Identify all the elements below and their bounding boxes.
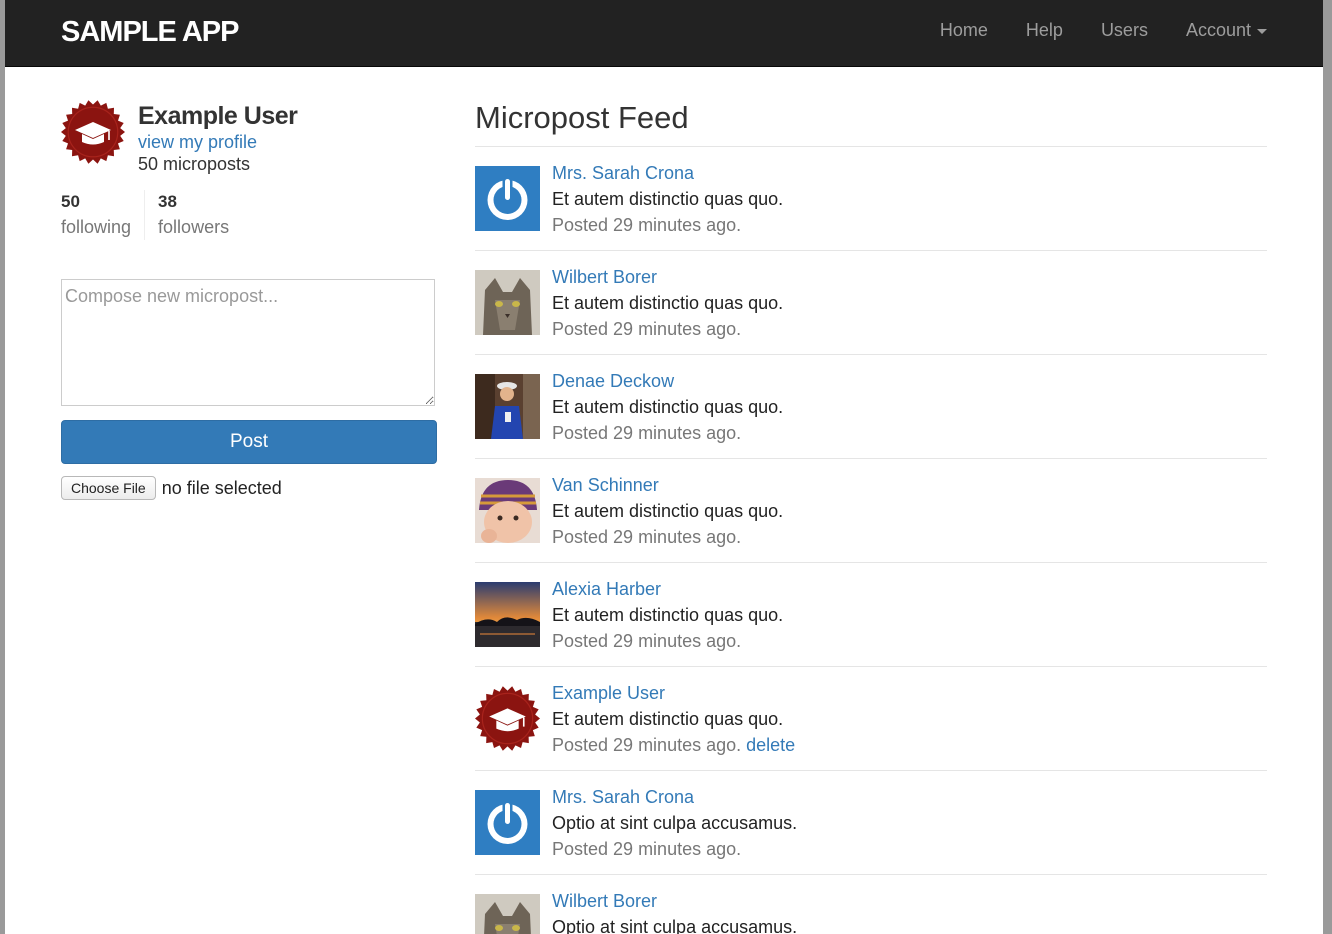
feed-item-user-link[interactable]: Mrs. Sarah Crona [552,787,694,808]
nav-links: Home Help Users Account [902,20,1267,41]
following-count: 50 [61,192,80,211]
feed-item-content: Et autem distinctio quas quo. [552,189,784,209]
micropost-feed: Mrs. Sarah Crona Et autem distinctio qua… [475,147,1267,934]
feed-item: Wilbert Borer Et autem distinctio quas q… [475,251,1267,355]
feed-item-timestamp: Posted 29 minutes ago. [552,839,741,860]
followers-stat-link[interactable]: 38 followers [144,190,242,240]
feed-item-time: Posted 29 minutes ago. [552,735,742,755]
following-label: following [61,217,132,237]
feed-item-content: Et autem distinctio quas quo. [552,397,784,417]
nav-help-link[interactable]: Help [1026,20,1063,41]
cat-avatar[interactable] [475,270,540,335]
power-avatar-icon[interactable] [475,790,540,855]
baby-avatar[interactable] [475,478,540,543]
micropost-count: 50 microposts [138,154,251,174]
nav-account-dropdown[interactable]: Account [1186,20,1267,41]
feed-item-timestamp: Posted 29 minutes ago. [552,215,741,236]
file-status: no file selected [161,477,282,498]
feed-item-time: Posted 29 minutes ago. [552,527,742,547]
feed-item-user-link[interactable]: Mrs. Sarah Crona [552,163,694,184]
person-avatar[interactable] [475,374,540,439]
browser-page: SAMPLE APP Home Help Users Account Examp… [5,0,1323,934]
followers-count: 38 [158,192,177,211]
feed-item: Example User Et autem distinctio quas qu… [475,667,1267,771]
feed-item-time: Posted 29 minutes ago. [552,631,742,651]
feed-item-user-link[interactable]: Example User [552,683,665,704]
feed-item-content: Et autem distinctio quas quo. [552,293,784,313]
feed-item: Alexia Harber Et autem distinctio quas q… [475,563,1267,667]
nav-home-link[interactable]: Home [940,20,988,41]
nav-account-label: Account [1185,20,1251,40]
view-profile-link[interactable]: view my profile [138,132,257,153]
power-avatar-icon[interactable] [475,166,540,231]
navbar: SAMPLE APP Home Help Users Account [5,0,1323,67]
graduation-seal-icon[interactable] [475,686,540,751]
graduation-seal-icon [61,100,125,164]
feed-item-timestamp: Posted 29 minutes ago. delete [552,735,795,756]
sunset-avatar[interactable] [475,582,540,647]
caret-down-icon [1257,28,1267,34]
feed-item-time: Posted 29 minutes ago. [552,423,742,443]
post-button[interactable]: Post [61,420,437,464]
file-upload-row: Choose File no file selected [61,476,282,500]
feed-item-user-link[interactable]: Alexia Harber [552,579,661,600]
brand-logo-link[interactable]: SAMPLE APP [61,16,239,49]
feed-item-user-link[interactable]: Van Schinner [552,475,659,496]
feed-item-user-link[interactable]: Wilbert Borer [552,891,657,912]
feed-item: Mrs. Sarah Crona Et autem distinctio qua… [475,147,1267,251]
feed-item-timestamp: Posted 29 minutes ago. [552,631,741,652]
feed-item-time: Posted 29 minutes ago. [552,215,742,235]
compose-micropost-textarea[interactable] [61,279,435,406]
nav-users-link[interactable]: Users [1101,20,1148,41]
feed-item: Mrs. Sarah Crona Optio at sint culpa acc… [475,771,1267,875]
feed-title: Micropost Feed [475,100,689,135]
user-name: Example User [138,102,298,130]
feed-item-timestamp: Posted 29 minutes ago. [552,319,741,340]
feed-item-user-link[interactable]: Denae Deckow [552,371,674,392]
feed-item: Denae Deckow Et autem distinctio quas qu… [475,355,1267,459]
feed-item-timestamp: Posted 29 minutes ago. [552,527,741,548]
feed-item-user-link[interactable]: Wilbert Borer [552,267,657,288]
feed-item-time: Posted 29 minutes ago. [552,839,742,859]
feed-item-content: Et autem distinctio quas quo. [552,709,784,729]
feed-item-content: Et autem distinctio quas quo. [552,605,784,625]
cat-avatar[interactable] [475,894,540,934]
feed-item-timestamp: Posted 29 minutes ago. [552,423,741,444]
feed-item: Van Schinner Et autem distinctio quas qu… [475,459,1267,563]
feed-item-content: Optio at sint culpa accusamus. [552,813,798,833]
delete-link[interactable]: delete [746,735,795,755]
feed-item: Wilbert Borer Optio at sint culpa accusa… [475,875,1267,934]
choose-file-button[interactable]: Choose File [61,476,156,500]
feed-item-time: Posted 29 minutes ago. [552,319,742,339]
following-stat-link[interactable]: 50 following [61,190,144,240]
user-stats: 50 following 38 followers [61,190,242,240]
feed-item-content: Et autem distinctio quas quo. [552,501,784,521]
followers-label: followers [158,217,230,237]
feed-item-content: Optio at sint culpa accusamus. [552,917,798,934]
